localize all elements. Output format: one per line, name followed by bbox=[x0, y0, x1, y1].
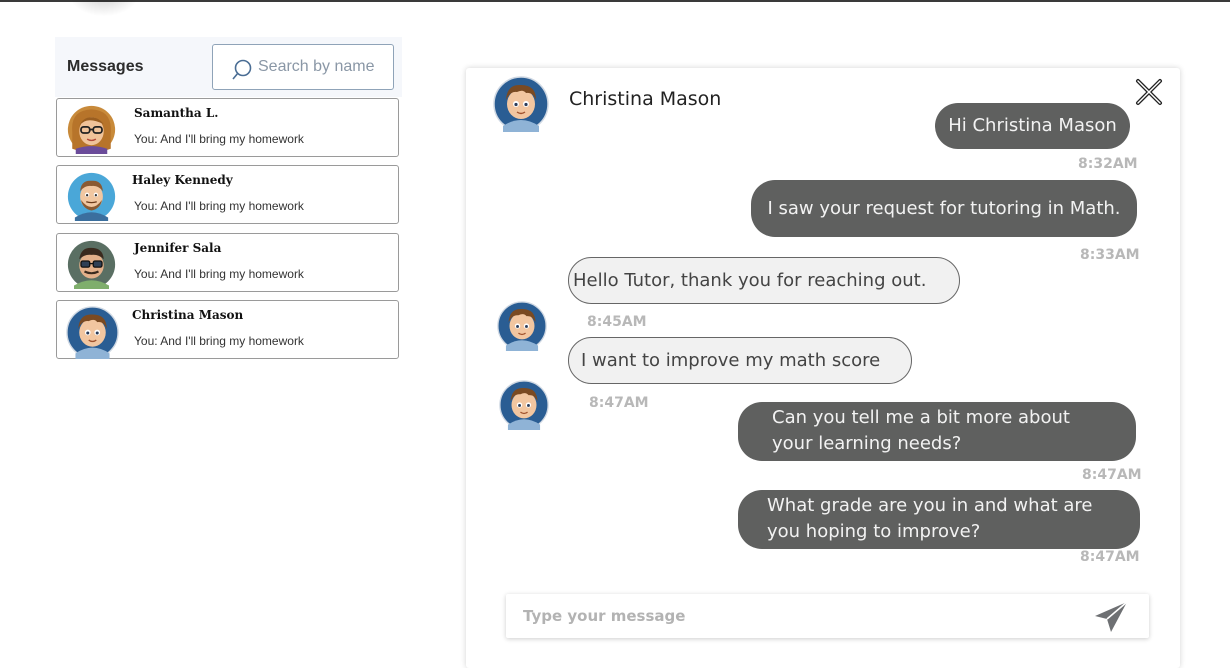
avatar bbox=[66, 105, 117, 154]
sender-avatar bbox=[499, 380, 549, 430]
conversation-name: Christina Mason bbox=[132, 308, 244, 322]
avatar bbox=[66, 240, 117, 289]
messages-title: Messages bbox=[67, 58, 144, 75]
conversation-preview: You: And I'll bring my homework bbox=[134, 267, 304, 281]
sender-avatar bbox=[497, 301, 547, 351]
search-icon bbox=[232, 59, 252, 80]
contact-avatar bbox=[493, 76, 549, 132]
message-bubble-outgoing: I saw your request for tutoring in Math. bbox=[751, 180, 1137, 237]
message-time: 8:32AM bbox=[1078, 156, 1138, 172]
message-input[interactable] bbox=[523, 604, 1063, 628]
conversation-name: Jennifer Sala bbox=[134, 241, 222, 255]
message-composer bbox=[506, 594, 1149, 638]
message-bubble-outgoing: Can you tell me a bit more about your le… bbox=[738, 402, 1136, 461]
chat-window: Christina Mason Hi Christina Mason 8:32A… bbox=[466, 68, 1180, 668]
conversation-name: Haley Kennedy bbox=[132, 173, 233, 187]
contact-name: Christina Mason bbox=[569, 88, 722, 110]
conversation-preview: You: And I'll bring my homework bbox=[134, 334, 304, 348]
message-bubble-incoming: Hello Tutor, thank you for reaching out. bbox=[568, 257, 960, 304]
conversation-item[interactable]: Christina Mason You: And I'll bring my h… bbox=[56, 300, 399, 359]
search-input[interactable] bbox=[258, 55, 386, 79]
send-icon[interactable] bbox=[1092, 599, 1130, 635]
conversation-preview: You: And I'll bring my homework bbox=[134, 199, 304, 213]
close-icon[interactable] bbox=[1134, 77, 1164, 107]
message-time: 8:47AM bbox=[589, 395, 649, 411]
message-bubble-outgoing: What grade are you in and what are you h… bbox=[738, 490, 1140, 549]
conversation-item[interactable]: Haley Kennedy You: And I'll bring my hom… bbox=[56, 165, 399, 224]
top-shadow bbox=[68, 0, 140, 16]
message-bubble-incoming: I want to improve my math score bbox=[568, 337, 912, 384]
conversation-item[interactable]: Samantha L. You: And I'll bring my homew… bbox=[56, 98, 399, 157]
message-time: 8:47AM bbox=[1080, 549, 1140, 565]
message-time: 8:47AM bbox=[1082, 467, 1142, 483]
conversation-item[interactable]: Jennifer Sala You: And I'll bring my hom… bbox=[56, 233, 399, 292]
messages-header: Messages bbox=[55, 37, 402, 97]
top-border bbox=[0, 0, 1230, 2]
search-box[interactable] bbox=[212, 44, 394, 90]
message-time: 8:45AM bbox=[587, 314, 647, 330]
conversation-name: Samantha L. bbox=[134, 106, 219, 120]
avatar bbox=[66, 172, 117, 221]
avatar bbox=[66, 306, 119, 359]
message-bubble-outgoing: Hi Christina Mason bbox=[935, 103, 1130, 149]
conversation-preview: You: And I'll bring my homework bbox=[134, 132, 304, 146]
message-time: 8:33AM bbox=[1080, 247, 1140, 263]
